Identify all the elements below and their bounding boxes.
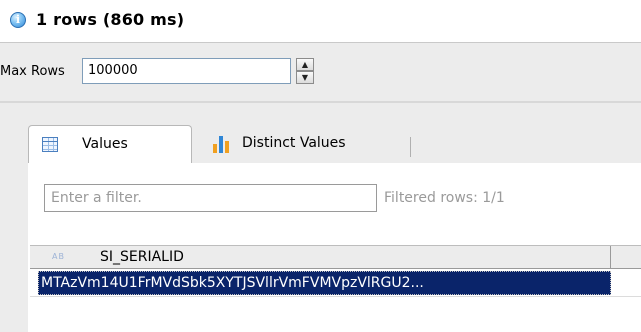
max-rows-label: Max Rows (0, 64, 65, 79)
spinner-down-button[interactable]: ▼ (296, 71, 314, 84)
query-status-text: 1 rows (860 ms) (36, 10, 185, 29)
tab-distinct-values-label: Distinct Values (242, 135, 346, 151)
table-cell-selected[interactable]: MTAzVm14U1FrMVdSbk5XYTJSVllrVmFVMVpzVlRG… (38, 271, 611, 295)
tab-values[interactable]: Values (28, 125, 192, 163)
tab-separator (410, 137, 411, 157)
table-row[interactable]: MTAzVm14U1FrMVdSbk5XYTJSVllrVmFVMVpzVlRG… (30, 270, 641, 297)
string-type-icon: AB (52, 252, 65, 261)
results-panel: Values Distinct Values Enter a filter. F… (0, 103, 641, 332)
table-grid-icon (42, 137, 58, 152)
filter-input[interactable]: Enter a filter. (44, 184, 377, 212)
tab-values-label: Values (82, 136, 128, 152)
max-rows-spinner: ▲ ▼ (296, 58, 314, 84)
table-header: AB SI_SERIALID (30, 245, 641, 269)
spinner-up-button[interactable]: ▲ (296, 58, 314, 71)
bar-chart-icon (212, 133, 232, 153)
column-header-si-serialid[interactable]: AB SI_SERIALID (30, 246, 611, 268)
query-status-bar: i 1 rows (860 ms) (0, 0, 641, 42)
max-rows-input[interactable]: 100000 (82, 58, 291, 84)
max-rows-toolbar: Max Rows 100000 ▲ ▼ (0, 43, 641, 101)
tab-distinct-values[interactable]: Distinct Values (200, 125, 420, 163)
filtered-rows-count: Filtered rows: 1/1 (384, 190, 505, 206)
info-icon: i (10, 12, 26, 28)
column-name: SI_SERIALID (100, 249, 184, 265)
